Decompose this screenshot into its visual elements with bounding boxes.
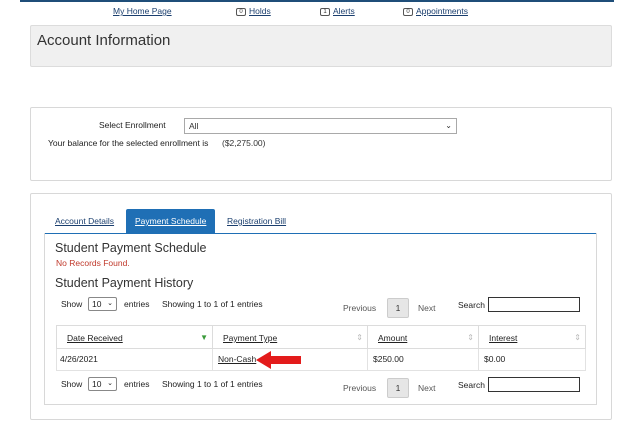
sort-icon: ⇕ (574, 333, 581, 342)
tab-payment-schedule[interactable]: Payment Schedule (126, 209, 216, 233)
entries-label: entries (124, 299, 150, 309)
chevron-down-icon: ⌄ (107, 300, 113, 307)
col-date-received[interactable]: Date Received ▼ (56, 325, 213, 349)
payment-type-link[interactable]: Non-Cash (218, 354, 256, 364)
col-amount[interactable]: Amount ⇕ (367, 325, 479, 349)
balance-value: ($2,275.00) (222, 138, 266, 148)
alerts-link[interactable]: 1 Alerts (320, 6, 355, 16)
col-date-received-label: Date Received (67, 333, 123, 343)
tab-registration-bill[interactable]: Registration Bill (218, 209, 295, 233)
col-payment-type[interactable]: Payment Type ⇕ (212, 325, 368, 349)
no-records-message: No Records Found. (56, 258, 130, 268)
search-label: Search (458, 300, 485, 310)
chevron-down-icon: ⌄ (107, 380, 113, 387)
page-size-value-bottom: 10 (92, 379, 102, 389)
my-home-page-link[interactable]: My Home Page (113, 6, 172, 16)
col-amount-label: Amount (378, 333, 408, 343)
appointments-label: Appointments (416, 6, 468, 16)
cell-amount: $250.00 (367, 349, 479, 371)
search-label-bottom: Search (458, 380, 485, 390)
enrollment-select[interactable]: All ⌄ (184, 118, 457, 134)
sort-icon: ⇕ (356, 333, 363, 342)
col-interest[interactable]: Interest ⇕ (478, 325, 586, 349)
col-payment-type-label: Payment Type (223, 333, 278, 343)
annotation-arrow-icon (256, 351, 301, 369)
entries-label-bottom: entries (124, 379, 150, 389)
holds-link[interactable]: 0 Holds (236, 6, 271, 16)
next-button[interactable]: Next (418, 303, 435, 313)
show-label-bottom: Show (61, 379, 83, 389)
next-button-bottom[interactable]: Next (418, 383, 435, 393)
search-input-bottom[interactable] (488, 377, 580, 392)
enrollment-selected-value: All (189, 121, 199, 131)
schedule-title: Student Payment Schedule (55, 241, 207, 255)
tab-account-details[interactable]: Account Details (46, 209, 123, 233)
page-size-select[interactable]: 10 ⌄ (88, 297, 117, 311)
page-size-value: 10 (92, 299, 102, 309)
cell-date: 4/26/2021 (56, 349, 213, 371)
appointments-count-icon: 0 (403, 8, 413, 16)
sort-icon: ⇕ (467, 333, 474, 342)
page-1-button[interactable]: 1 (387, 298, 409, 318)
page-1-button-bottom[interactable]: 1 (387, 378, 409, 398)
holds-label: Holds (249, 6, 271, 16)
sort-desc-icon: ▼ (200, 333, 208, 342)
page-title: Account Information (37, 32, 171, 49)
previous-button[interactable]: Previous (343, 303, 376, 313)
entries-info-bottom: Showing 1 to 1 of 1 entries (162, 379, 263, 389)
search-input[interactable] (488, 297, 580, 312)
top-border (20, 0, 614, 2)
holds-count-icon: 0 (236, 8, 246, 16)
balance-label: Your balance for the selected enrollment… (48, 138, 209, 148)
alerts-count-icon: 1 (320, 8, 330, 16)
entries-info: Showing 1 to 1 of 1 entries (162, 299, 263, 309)
appointments-link[interactable]: 0 Appointments (403, 6, 468, 16)
page-size-select-bottom[interactable]: 10 ⌄ (88, 377, 117, 391)
chevron-down-icon: ⌄ (445, 121, 452, 130)
cell-interest: $0.00 (478, 349, 586, 371)
previous-button-bottom[interactable]: Previous (343, 383, 376, 393)
select-enrollment-label: Select Enrollment (99, 120, 166, 130)
show-label: Show (61, 299, 83, 309)
alerts-label: Alerts (333, 6, 355, 16)
col-interest-label: Interest (489, 333, 518, 343)
history-title: Student Payment History (55, 276, 194, 290)
